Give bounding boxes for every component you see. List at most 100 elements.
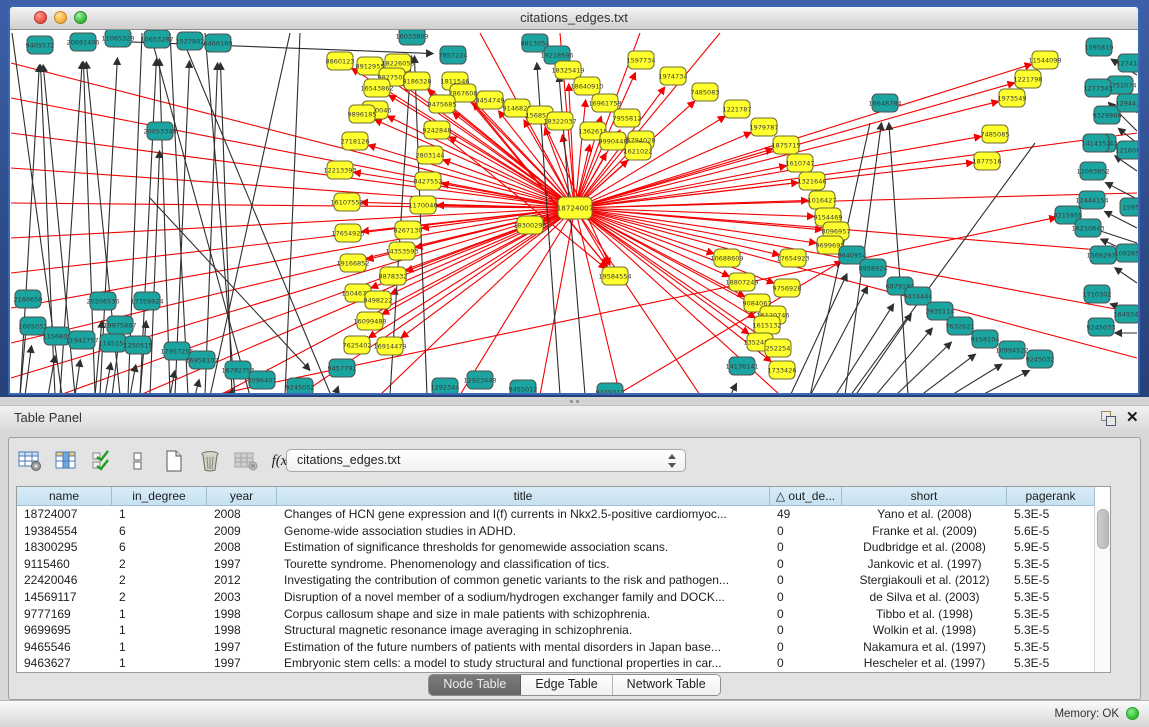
table-cell: 5.3E-5 xyxy=(1007,589,1095,606)
graph-node-label: 18640910 xyxy=(570,82,603,90)
graph-node-label: 2160650 xyxy=(14,295,43,303)
graph-node-label: 12923448 xyxy=(463,376,496,384)
divider-grip-dot xyxy=(570,400,573,403)
graph-edge xyxy=(1115,268,1137,283)
table-cell: 9463627 xyxy=(17,655,112,672)
graph-node-label: 1621022 xyxy=(624,147,653,155)
graph-node-label: 18807249 xyxy=(725,278,758,286)
graph-edge xyxy=(25,346,31,394)
tab-node-table[interactable]: Node Table xyxy=(429,675,521,695)
table-cell: 5.3E-5 xyxy=(1007,506,1095,523)
graph-node-label: 14353593 xyxy=(385,247,418,255)
graph-node-label: 7632621 xyxy=(946,322,975,330)
graph-node-label: 20053346 xyxy=(143,127,176,135)
table-cell: 6 xyxy=(112,539,207,556)
network-window-titlebar[interactable]: citations_edges.txt xyxy=(10,7,1138,30)
graph-node-label: 9245013 xyxy=(596,388,625,394)
table-cell: Tibbo et al. (1998) xyxy=(842,606,1007,623)
column-header-in-degree[interactable]: in_degree xyxy=(112,487,207,506)
close-panel-icon[interactable]: ✕ xyxy=(1126,408,1139,426)
select-rows-icon[interactable] xyxy=(87,448,117,474)
graph-node-label: 16543862 xyxy=(360,84,393,92)
memory-status-label: Memory: OK xyxy=(1054,708,1119,720)
graph-node-label: 7857224 xyxy=(439,51,468,59)
table-cell: Disruption of a novel member of a sodium… xyxy=(277,589,770,606)
network-table-selector[interactable]: citations_edges.txt xyxy=(286,449,686,472)
graph-edge xyxy=(575,133,1137,208)
table-cell: 0 xyxy=(770,556,842,573)
graph-node-label: 1277343 xyxy=(1084,84,1113,92)
network-view-window[interactable]: citations_edges.txt 94055722069140611065… xyxy=(8,5,1140,395)
graph-edge xyxy=(980,371,1029,394)
table-vertical-scrollbar[interactable] xyxy=(1094,506,1110,672)
graph-node-label: 16033809 xyxy=(395,32,428,40)
graph-node-label: 1974734 xyxy=(659,72,688,80)
panel-split-divider[interactable] xyxy=(0,397,1149,406)
column-header-year[interactable]: year xyxy=(207,487,277,506)
table-cell: 1998 xyxy=(207,606,277,623)
table-row[interactable]: 977716911998Corpus callosum shape and si… xyxy=(17,606,1110,623)
graph-edge xyxy=(195,380,199,394)
table-row[interactable]: 911546021997Tourette syndrome. Phenomeno… xyxy=(17,556,1110,573)
graph-node-label: 19584554 xyxy=(598,272,631,280)
column-header-name[interactable]: name xyxy=(17,487,112,506)
tab-edge-table[interactable]: Edge Table xyxy=(521,675,612,695)
graph-node-label: 9756928 xyxy=(773,284,802,292)
table-cell: Nakamura et al. (1997) xyxy=(842,639,1007,656)
graph-edge xyxy=(170,33,188,394)
table-toolbar: f(x) citations_edges.txt xyxy=(9,438,1140,484)
graph-node-label: 2935114 xyxy=(926,307,955,315)
table-row[interactable]: 946362711997Embryonic stem cells: a mode… xyxy=(17,655,1110,672)
table-row[interactable]: 946554611997Estimation of the future num… xyxy=(17,639,1110,656)
table-cell: Yano et al. (2008) xyxy=(842,506,1007,523)
table-cell: 1998 xyxy=(207,622,277,639)
table-row[interactable]: 1456911722003Disruption of a novel membe… xyxy=(17,589,1110,606)
table-cell: Changes of HCN gene expression and I(f) … xyxy=(277,506,770,523)
table-row[interactable]: 1872400712008Changes of HCN gene express… xyxy=(17,506,1110,523)
column-header-pagerank[interactable]: pagerank xyxy=(1007,487,1095,506)
delete-attribute-icon[interactable] xyxy=(195,448,225,474)
graph-node-label: 11942757 xyxy=(65,336,98,344)
table-cell: 0 xyxy=(770,572,842,589)
graph-node-label: 19166852 xyxy=(336,259,369,267)
table-cell: Tourette syndrome. Phenomenology and cla… xyxy=(277,556,770,573)
graph-node-label: 8878332 xyxy=(379,272,408,280)
table-row[interactable]: 1830029562008Estimation of significance … xyxy=(17,539,1110,556)
graph-edge xyxy=(1106,183,1137,199)
table-cell: 2008 xyxy=(207,539,277,556)
select-columns-icon[interactable] xyxy=(51,448,81,474)
graph-node-label: 9990448 xyxy=(599,137,628,145)
table-settings-icon[interactable] xyxy=(15,448,45,474)
network-graph-canvas[interactable]: 9405572206914061106532810653287152780264… xyxy=(10,30,1138,394)
float-panel-icon[interactable] xyxy=(1100,410,1116,426)
column-header-short[interactable]: short xyxy=(842,487,1007,506)
graph-node-label: 18325419 xyxy=(551,66,584,74)
table-row[interactable]: 2242004622012Investigating the contribut… xyxy=(17,572,1110,589)
table-cell: 0 xyxy=(770,606,842,623)
graph-node-label: 8267130 xyxy=(394,226,423,234)
column-header-title[interactable]: title xyxy=(277,487,770,506)
network-desktop: citations_edges.txt 94055722069140611065… xyxy=(0,0,1149,397)
graph-node-label: 16210643 xyxy=(1071,224,1104,232)
graph-node-label: 1877516 xyxy=(973,157,1002,165)
table-cell: 1 xyxy=(112,606,207,623)
table-row[interactable]: 969969511998Structural magnetic resonanc… xyxy=(17,622,1110,639)
new-table-icon[interactable] xyxy=(159,448,189,474)
table-row[interactable]: 1938455462009Genome-wide association stu… xyxy=(17,523,1110,540)
graph-node-label: 9457791 xyxy=(328,364,357,372)
table-cell: Stergiakouli et al. (2012) xyxy=(842,572,1007,589)
graph-node-label: 1973549 xyxy=(998,94,1027,102)
table-cell: Wolkin et al. (1998) xyxy=(842,622,1007,639)
graph-edge xyxy=(150,151,160,394)
graph-node-label: 17654925 xyxy=(331,229,364,237)
tab-network-table[interactable]: Network Table xyxy=(613,675,720,695)
graph-node-label: 16107552 xyxy=(330,198,363,206)
table-cell: 49 xyxy=(770,506,842,523)
scrollbar-thumb[interactable] xyxy=(1097,509,1109,549)
graph-node-label: 12444154 xyxy=(1075,196,1108,204)
row-height-icon[interactable] xyxy=(123,448,153,474)
column-header-out-de-[interactable]: △ out_de... xyxy=(770,487,842,506)
table-cell: 2009 xyxy=(207,523,277,540)
table-cell: 2012 xyxy=(207,572,277,589)
graph-node-label: 18226058 xyxy=(381,59,414,67)
